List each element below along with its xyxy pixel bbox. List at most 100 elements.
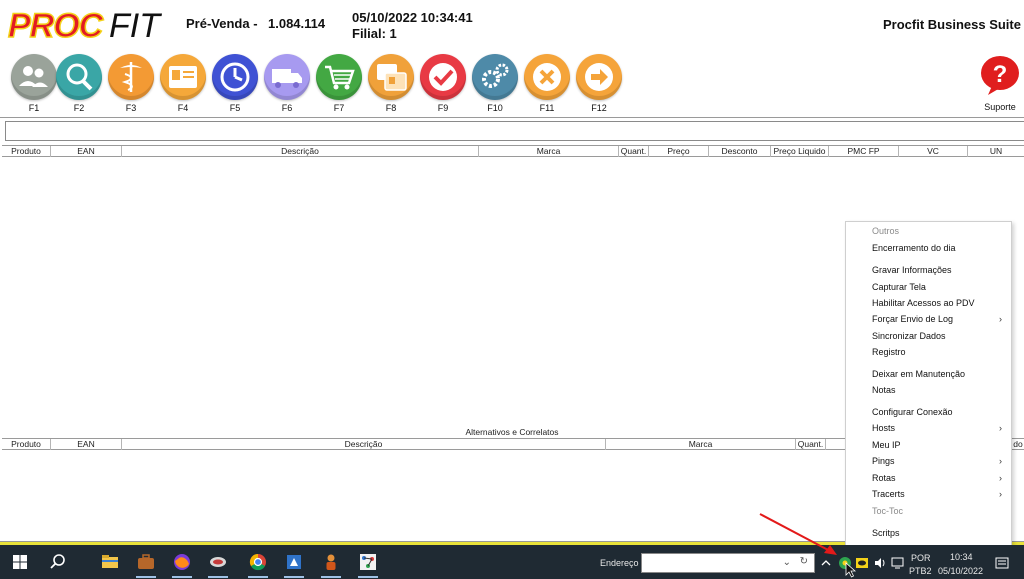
speaker-icon[interactable] <box>873 556 887 570</box>
menu-item-registro[interactable]: Registro <box>846 344 1011 360</box>
notification-icon[interactable] <box>995 557 1009 571</box>
menu-item-sincronizar-dados[interactable]: Sincronizar Dados <box>846 328 1011 344</box>
fkey-f2-button[interactable]: F2 <box>53 54 105 114</box>
menu-item-outros: Outros <box>846 223 1011 239</box>
product-search-input[interactable] <box>5 121 1024 141</box>
alt-col-marca[interactable]: Marca <box>606 439 796 450</box>
suite-title: Procfit Business Suite <box>883 17 1021 32</box>
fkey-label: F9 <box>437 103 449 113</box>
procfit-window: PROC FIT Pré-Venda - 1.084.114 05/10/202… <box>0 0 1024 579</box>
fkey-f4-button[interactable]: F4 <box>157 54 209 114</box>
fkey-f6-button[interactable]: F6 <box>261 54 313 114</box>
fkey-label: F8 <box>385 103 397 113</box>
alt-col-ean[interactable]: EAN <box>51 439 122 450</box>
clock-time[interactable]: 10:34 <box>950 552 973 562</box>
col-desconto[interactable]: Desconto <box>709 146 771 157</box>
fkey-f7-button[interactable]: F7 <box>313 54 365 114</box>
menu-item-configurar-conexao[interactable]: Configurar Conexão <box>846 404 1011 420</box>
menu-item-deixar-em-manutencao[interactable]: Deixar em Manutenção <box>846 366 1011 382</box>
taskbar-search-button[interactable] <box>40 545 76 579</box>
windows-logo-icon <box>13 555 27 569</box>
chevron-down-icon[interactable]: ⌄ <box>783 557 791 568</box>
col-quant[interactable]: Quant. <box>619 146 649 157</box>
taskbar-app-remote[interactable] <box>200 545 236 579</box>
col-un[interactable]: UN <box>968 146 1024 157</box>
menu-item-forcar-envio-de-log[interactable]: Forçar Envio de Log › <box>846 311 1011 327</box>
taskbar-app-network[interactable] <box>350 545 386 579</box>
users-icon <box>11 54 57 100</box>
windows-taskbar: Endereço <box>0 545 1024 579</box>
menu-item-pings[interactable]: Pings › <box>846 453 1011 469</box>
menu-item-hosts[interactable]: Hosts › <box>846 420 1011 436</box>
running-indicator <box>248 576 268 578</box>
menu-item-label: Toc-Toc <box>872 506 904 516</box>
menu-item-encerramento-do-dia[interactable]: Encerramento do dia <box>846 240 1011 256</box>
taskbar-firefox[interactable] <box>164 545 200 579</box>
taskbar-app-blue[interactable] <box>276 545 312 579</box>
fkey-f10-button[interactable]: F10 <box>469 54 521 114</box>
network-monitor-icon[interactable] <box>891 556 905 570</box>
menu-item-tracerts[interactable]: Tracerts › <box>846 486 1011 502</box>
col-descricao[interactable]: Descrição <box>122 146 479 157</box>
arrow-right-icon <box>576 54 622 100</box>
col-pmc-fp[interactable]: PMC FP <box>829 146 899 157</box>
fkey-f5-button[interactable]: F5 <box>209 54 261 114</box>
menu-item-gravar-informacoes[interactable]: Gravar Informações <box>846 262 1011 278</box>
eye-tray-icon[interactable] <box>855 556 869 570</box>
taskbar-app-figure[interactable] <box>313 545 349 579</box>
alt-col-quant[interactable]: Quant. <box>796 439 826 450</box>
alt-col-extra[interactable]: do <box>1012 439 1024 450</box>
keyboard-layout[interactable]: PTB2 <box>909 566 932 576</box>
support-button[interactable]: ? Suporte <box>975 54 1024 112</box>
chevron-right-icon: › <box>999 314 1002 324</box>
svg-text:PROC: PROC <box>8 7 104 44</box>
menu-item-scritps[interactable]: Scritps <box>846 525 1011 541</box>
folder-icon <box>102 555 118 568</box>
fkey-f12-button[interactable]: F12 <box>573 54 625 114</box>
menu-item-label: Sincronizar Dados <box>872 331 946 341</box>
col-preco-liquido[interactable]: Preço Liquido <box>771 146 829 157</box>
menu-item-rotas[interactable]: Rotas › <box>846 470 1011 486</box>
tray-context-menu: Outros Encerramento do dia Gravar Informaç… <box>845 221 1012 546</box>
chevron-right-icon: › <box>999 473 1002 483</box>
menu-item-meu-ip[interactable]: Meu IP <box>846 437 1011 453</box>
start-button[interactable] <box>2 545 38 579</box>
menu-item-label: Encerramento do dia <box>872 243 956 253</box>
search-icon <box>50 554 65 569</box>
search-icon <box>56 54 102 100</box>
gears-icon <box>472 54 518 100</box>
menu-item-label: Configurar Conexão <box>872 407 953 417</box>
taskbar-address-input[interactable]: ⌄ ↻ <box>641 553 815 573</box>
lang-code[interactable]: POR <box>911 553 931 563</box>
clock-date[interactable]: 05/10/2022 <box>938 566 983 576</box>
col-ean[interactable]: EAN <box>51 146 122 157</box>
col-preco[interactable]: Preço <box>649 146 709 157</box>
cards-icon <box>368 54 414 100</box>
chevron-up-icon[interactable] <box>819 556 833 570</box>
menu-item-label: Gravar Informações <box>872 265 952 275</box>
alt-col-produto[interactable]: Produto <box>2 439 51 450</box>
fkey-label: F5 <box>229 103 241 113</box>
col-marca[interactable]: Marca <box>479 146 619 157</box>
running-indicator <box>321 576 341 578</box>
taskbar-file-explorer[interactable] <box>92 545 128 579</box>
taskbar-chrome[interactable] <box>240 545 276 579</box>
fkey-f11-button[interactable]: F11 <box>521 54 573 114</box>
fkey-label: F11 <box>539 103 555 113</box>
fkey-f8-button[interactable]: F8 <box>365 54 417 114</box>
refresh-icon[interactable]: ↻ <box>800 556 808 567</box>
menu-item-capturar-tela[interactable]: Capturar Tela <box>846 279 1011 295</box>
check-icon <box>420 54 466 100</box>
menu-item-notas[interactable]: Notas <box>846 382 1011 398</box>
procfit-logo: PROC FIT <box>6 4 178 46</box>
fkey-f3-button[interactable]: F3 <box>105 54 157 114</box>
taskbar-app-briefcase[interactable] <box>128 545 164 579</box>
menu-item-label: Outros <box>872 226 900 236</box>
menu-item-habilitar-acessos-ao-pdv[interactable]: Habilitar Acessos ao PDV <box>846 295 1011 311</box>
col-vc[interactable]: VC <box>899 146 968 157</box>
fkey-label: F10 <box>487 103 503 113</box>
id-card-icon <box>160 54 206 100</box>
fkey-f9-button[interactable]: F9 <box>417 54 469 114</box>
col-produto[interactable]: Produto <box>2 146 51 157</box>
alt-col-descricao[interactable]: Descrição <box>122 439 606 450</box>
